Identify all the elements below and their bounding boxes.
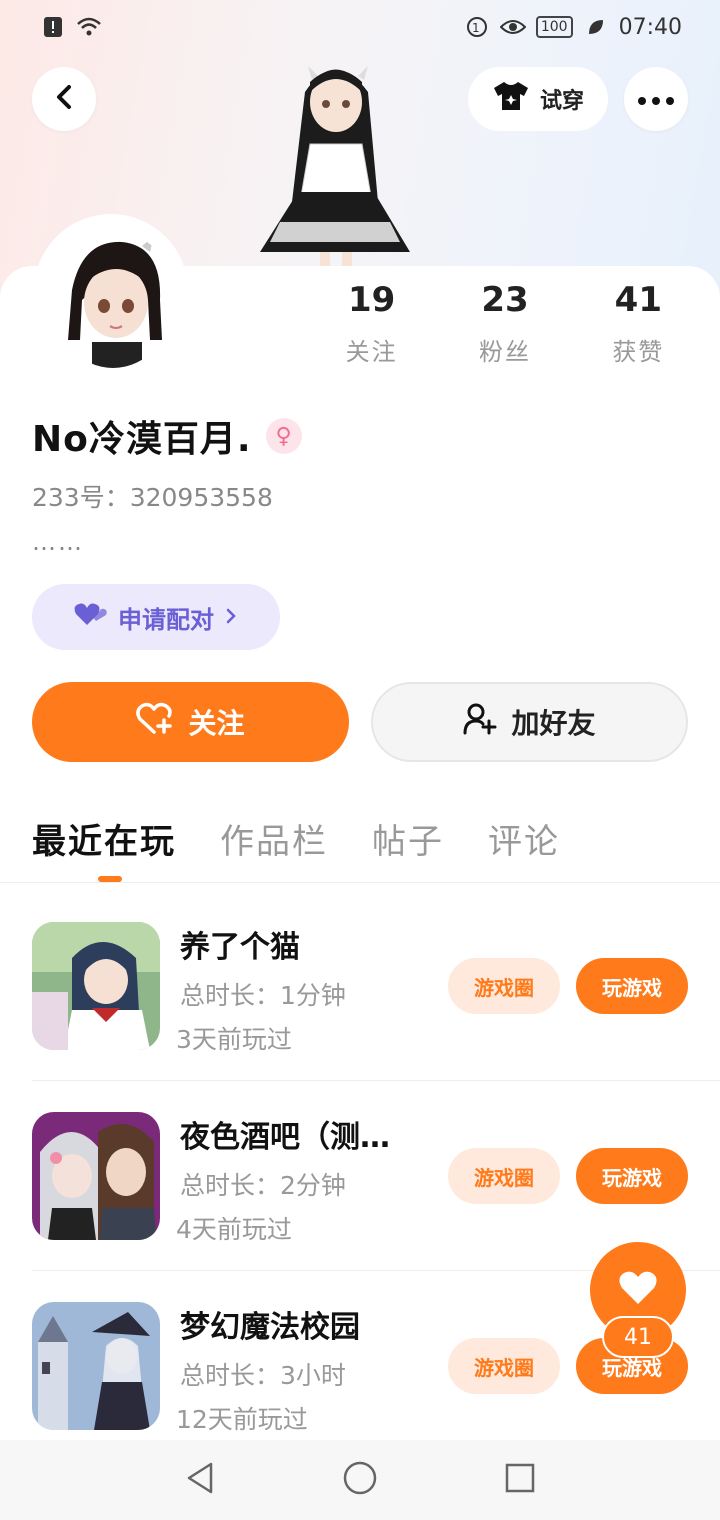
stat-following[interactable]: 19 关注 [305, 280, 438, 367]
battery-indicator: 100 [535, 16, 573, 38]
play-game-button[interactable]: 玩游戏 [576, 1148, 688, 1204]
status-bar: 1 100 07:40 [0, 0, 720, 56]
game-title: 养了个猫 [180, 930, 300, 965]
eye-icon [499, 14, 526, 40]
game-circle-button[interactable]: 游戏圈 [448, 1338, 560, 1394]
more-options-button[interactable] [624, 67, 688, 131]
tab-recently-played[interactable]: 最近在玩 [32, 814, 176, 863]
nav-back-button[interactable] [170, 1450, 230, 1510]
leaf-icon [583, 14, 609, 40]
game-last-played: 3天前玩过 [176, 1025, 292, 1054]
profile-stats: 19 关注 23 粉丝 41 获赞 [305, 280, 705, 367]
avatar-3d-figure [250, 52, 420, 268]
more-dots-icon [638, 90, 674, 109]
nav-recents-button[interactable] [490, 1450, 550, 1510]
stat-likes[interactable]: 41 获赞 [572, 280, 705, 367]
circle-home-icon [342, 1460, 378, 1500]
user-plus-icon [463, 703, 497, 742]
stat-label: 关注 [345, 338, 398, 366]
svg-text:1: 1 [472, 21, 480, 35]
stat-label: 获赞 [612, 338, 665, 366]
avatar[interactable] [52, 230, 174, 368]
add-friend-label: 加好友 [511, 707, 596, 740]
game-thumbnail [32, 1112, 160, 1240]
follow-label: 关注 [188, 707, 245, 740]
game-last-played: 12天前玩过 [176, 1405, 308, 1434]
heart-plus-icon [136, 702, 174, 743]
chevron-left-icon [53, 84, 75, 114]
stat-label: 粉丝 [478, 338, 531, 366]
game-duration: 总时长：3小时 [180, 1361, 346, 1390]
stat-fans[interactable]: 23 粉丝 [438, 280, 571, 367]
list-item[interactable]: 夜色酒吧（测… 总时长：2分钟 4天前玩过 游戏圈 玩游戏 [32, 1112, 688, 1244]
name-row: No冷漠百月. ♀ [32, 410, 302, 462]
tshirt-icon [492, 80, 530, 118]
tab-divider [0, 882, 720, 883]
game-circle-button[interactable]: 游戏圈 [448, 958, 560, 1014]
tab-comments[interactable]: 评论 [488, 814, 560, 863]
add-friend-button[interactable]: 加好友 [371, 682, 688, 762]
profile-tabs: 最近在玩 作品栏 帖子 评论 [32, 814, 560, 863]
user-id: 233号：320953558 [32, 483, 273, 512]
chevron-right-icon [224, 603, 238, 631]
tab-works[interactable]: 作品栏 [220, 814, 328, 863]
list-item[interactable]: 梦幻魔法校园 总时长：3小时 12天前玩过 游戏圈 玩游戏 [32, 1302, 688, 1434]
game-circle-button[interactable]: 游戏圈 [448, 1148, 560, 1204]
square-recents-icon [504, 1462, 536, 1498]
pair-label: 申请配对 [118, 605, 214, 634]
stat-value: 19 [348, 280, 396, 320]
play-game-button[interactable]: 玩游戏 [576, 958, 688, 1014]
heart-icon [618, 1270, 658, 1310]
follow-button[interactable]: 关注 [32, 682, 349, 762]
back-button[interactable] [32, 67, 96, 131]
system-navigation-bar [0, 1440, 720, 1520]
request-pairing-button[interactable]: 申请配对 [32, 584, 280, 650]
status-time: 07:40 [618, 14, 682, 40]
game-title: 夜色酒吧（测… [180, 1120, 390, 1155]
female-gender-icon: ♀ [265, 418, 302, 454]
game-thumbnail [32, 922, 160, 1050]
game-duration: 总时长：2分钟 [180, 1171, 346, 1200]
user-bio: …… [32, 528, 84, 556]
game-title: 梦幻魔法校园 [180, 1310, 360, 1345]
try-on-label: 试穿 [539, 89, 584, 114]
tab-posts[interactable]: 帖子 [372, 814, 444, 863]
try-on-button[interactable]: 试穿 [468, 67, 608, 131]
alert-icon [40, 14, 66, 40]
list-item[interactable]: 养了个猫 总时长：1分钟 3天前玩过 游戏圈 玩游戏 [32, 922, 688, 1054]
game-duration: 总时长：1分钟 [180, 981, 346, 1010]
wifi-icon [76, 14, 102, 40]
stat-value: 23 [481, 280, 529, 320]
nav-home-button[interactable] [330, 1450, 390, 1510]
like-count-badge: 41 [602, 1316, 674, 1358]
stat-value: 41 [614, 280, 662, 320]
triangle-back-icon [185, 1461, 215, 1499]
nfc-icon: 1 [464, 14, 490, 40]
divider [32, 1080, 720, 1081]
game-last-played: 4天前玩过 [176, 1215, 292, 1244]
user-name: No冷漠百月. [32, 419, 252, 460]
hearts-icon [74, 601, 108, 633]
game-thumbnail [32, 1302, 160, 1430]
